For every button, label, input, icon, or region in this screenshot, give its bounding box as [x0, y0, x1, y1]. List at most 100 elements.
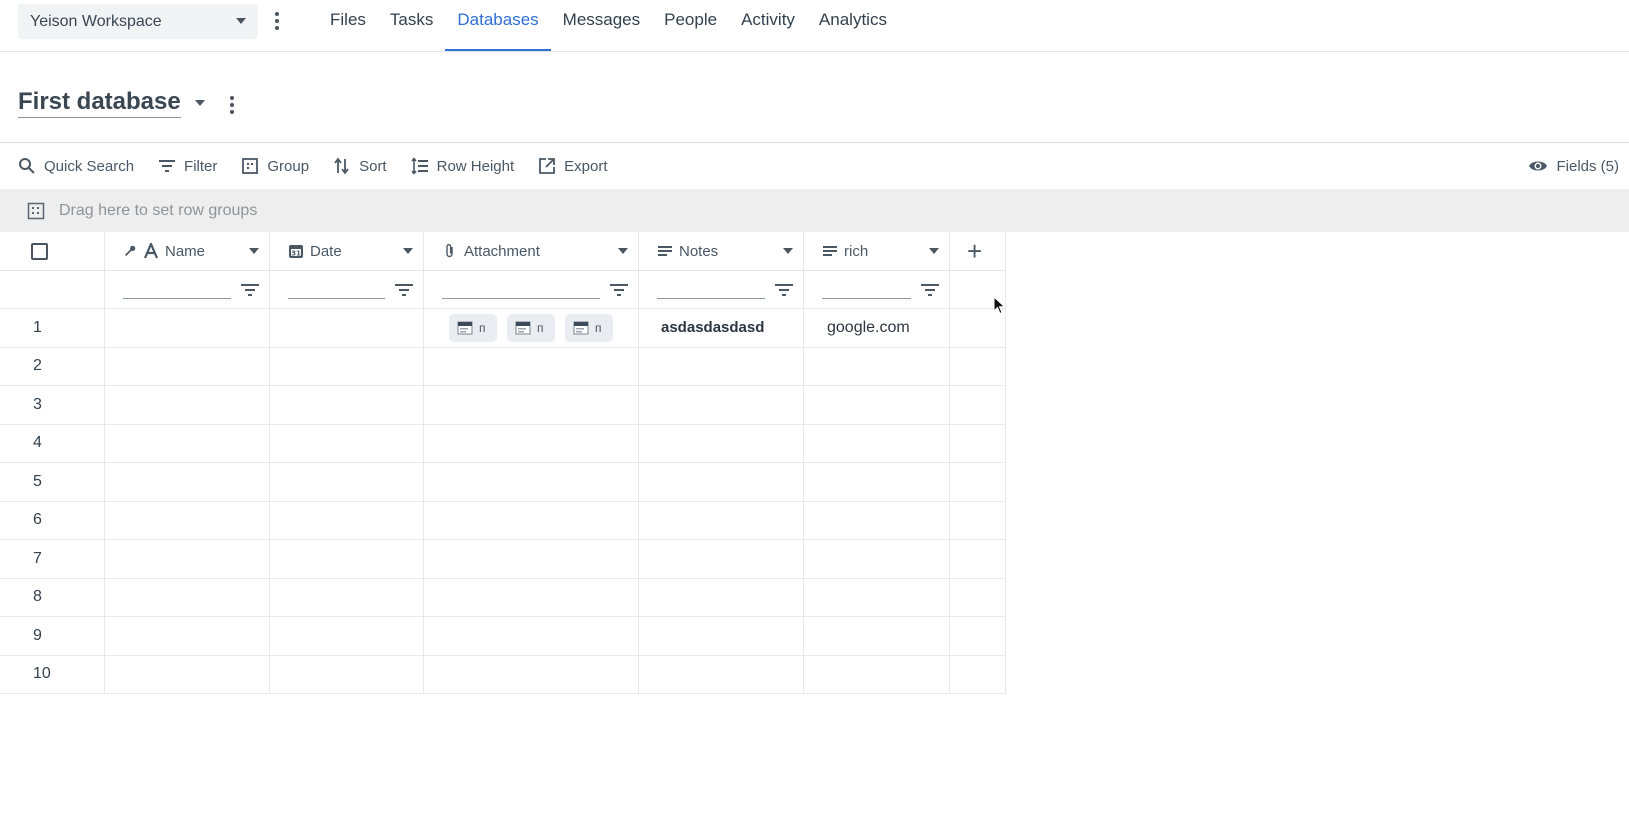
table-row[interactable]: 6 [0, 501, 1006, 540]
rich-cell[interactable] [804, 578, 950, 616]
attachment-filter-input[interactable] [442, 298, 600, 299]
rich-cell[interactable]: google.com [804, 309, 950, 347]
column-header-notes[interactable]: Notes [639, 232, 804, 270]
table-row[interactable]: 3 [0, 386, 1006, 425]
date-cell[interactable] [270, 463, 424, 501]
name-cell[interactable] [105, 617, 270, 655]
notes-cell[interactable] [639, 617, 804, 655]
attachment-chip[interactable]: п [565, 313, 613, 342]
select-all-checkbox[interactable] [31, 242, 48, 260]
rich-cell[interactable] [804, 501, 950, 539]
notes-cell[interactable] [639, 386, 804, 424]
date-filter-input[interactable] [288, 298, 385, 299]
name-cell[interactable] [105, 540, 270, 578]
chevron-down-icon[interactable] [929, 248, 939, 254]
group-button[interactable]: Group [241, 157, 309, 175]
table-row[interactable]: 1 п п п asdasdasdasd google.com [0, 309, 1006, 348]
attachment-cell[interactable] [424, 578, 639, 616]
database-more-icon[interactable] [229, 96, 235, 114]
add-column-icon[interactable]: + [967, 238, 982, 264]
attachment-cell[interactable] [424, 386, 639, 424]
name-cell[interactable] [105, 501, 270, 539]
notes-cell[interactable] [639, 347, 804, 385]
tab-people[interactable]: People [652, 0, 729, 52]
attachment-cell[interactable] [424, 501, 639, 539]
page-title[interactable]: First database [18, 88, 181, 118]
rich-cell[interactable] [804, 347, 950, 385]
table-row[interactable]: 10 [0, 655, 1006, 694]
attachment-cell[interactable] [424, 347, 639, 385]
notes-cell[interactable] [639, 540, 804, 578]
column-header-name[interactable]: Name [105, 232, 270, 270]
table-row[interactable]: 9 [0, 617, 1006, 656]
filter-icon[interactable] [921, 283, 939, 297]
notes-cell[interactable] [639, 578, 804, 616]
name-filter-input[interactable] [123, 298, 231, 299]
chevron-down-icon[interactable] [249, 248, 259, 254]
notes-cell[interactable]: asdasdasdasd [639, 309, 804, 347]
date-cell[interactable] [270, 501, 424, 539]
chevron-down-icon[interactable] [783, 248, 793, 254]
attachment-chip[interactable]: п [449, 313, 497, 342]
table-row[interactable]: 7 [0, 540, 1006, 579]
date-cell[interactable] [270, 655, 424, 693]
attachment-cell[interactable] [424, 655, 639, 693]
chevron-down-icon[interactable] [403, 248, 413, 254]
filter-icon[interactable] [775, 283, 793, 297]
attachment-cell[interactable] [424, 424, 639, 462]
attachment-cell[interactable] [424, 540, 639, 578]
attachment-cell[interactable] [424, 617, 639, 655]
notes-filter-input[interactable] [657, 298, 765, 299]
filter-icon[interactable] [395, 283, 413, 297]
column-header-attachment[interactable]: Attachment [424, 232, 639, 270]
fields-button[interactable]: Fields (5) [1528, 157, 1619, 175]
row-height-button[interactable]: Row Height [410, 157, 514, 175]
rich-cell[interactable] [804, 424, 950, 462]
date-cell[interactable] [270, 309, 424, 347]
tab-messages[interactable]: Messages [551, 0, 652, 52]
rich-cell[interactable] [804, 463, 950, 501]
date-cell[interactable] [270, 386, 424, 424]
notes-cell[interactable] [639, 501, 804, 539]
table-row[interactable]: 2 [0, 347, 1006, 386]
quick-search-button[interactable]: Quick Search [18, 157, 134, 175]
chevron-down-icon[interactable] [194, 100, 205, 106]
tab-tasks[interactable]: Tasks [378, 0, 445, 52]
date-cell[interactable] [270, 347, 424, 385]
name-cell[interactable] [105, 655, 270, 693]
rich-cell[interactable] [804, 617, 950, 655]
filter-icon[interactable] [610, 283, 628, 297]
name-cell[interactable] [105, 309, 270, 347]
notes-cell[interactable] [639, 463, 804, 501]
rich-cell[interactable] [804, 386, 950, 424]
table-row[interactable]: 5 [0, 463, 1006, 502]
name-cell[interactable] [105, 578, 270, 616]
name-cell[interactable] [105, 424, 270, 462]
rich-cell[interactable] [804, 655, 950, 693]
rich-cell[interactable] [804, 540, 950, 578]
filter-button[interactable]: Filter [158, 157, 217, 175]
row-group-dropzone[interactable]: Drag here to set row groups [0, 189, 1629, 232]
date-cell[interactable] [270, 578, 424, 616]
name-cell[interactable] [105, 463, 270, 501]
date-cell[interactable] [270, 540, 424, 578]
notes-cell[interactable] [639, 424, 804, 462]
table-row[interactable]: 8 [0, 578, 1006, 617]
date-cell[interactable] [270, 424, 424, 462]
export-button[interactable]: Export [538, 157, 608, 175]
tab-files[interactable]: Files [318, 0, 378, 52]
attachment-cell[interactable]: п п п [424, 309, 639, 347]
workspace-select[interactable]: Yeison Workspace [18, 4, 258, 39]
date-cell[interactable] [270, 617, 424, 655]
workspace-more-icon[interactable] [274, 12, 280, 30]
tab-databases[interactable]: Databases [445, 0, 551, 52]
tab-activity[interactable]: Activity [729, 0, 807, 52]
tab-analytics[interactable]: Analytics [807, 0, 899, 52]
column-header-date[interactable]: 31 Date [270, 232, 424, 270]
name-cell[interactable] [105, 347, 270, 385]
table-row[interactable]: 4 [0, 424, 1006, 463]
rich-filter-input[interactable] [822, 298, 911, 299]
attachment-chip[interactable]: п [507, 313, 555, 342]
attachment-cell[interactable] [424, 463, 639, 501]
notes-cell[interactable] [639, 655, 804, 693]
